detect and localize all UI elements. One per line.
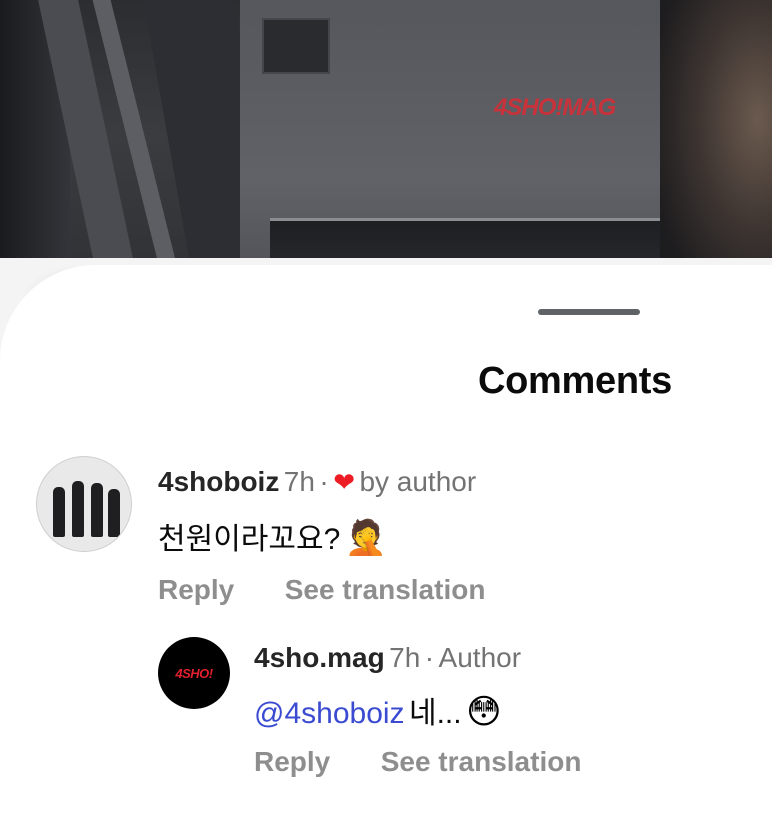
avatar-figure (91, 483, 103, 537)
see-translation-button[interactable]: See translation (285, 574, 486, 605)
bg-person (660, 0, 772, 300)
see-translation-button[interactable]: See translation (381, 746, 582, 777)
meta-separator: · (424, 642, 435, 673)
comment-time: 7h (283, 466, 315, 497)
comment-text: 천원이라꼬요? (158, 523, 341, 556)
avatar-figure (53, 487, 65, 537)
bg-window (262, 18, 330, 74)
avatar-logo-text: 4SHO! (175, 665, 213, 681)
facepalm-emoji-icon: 🤦 (344, 519, 388, 557)
flushed-emoji-icon: 😳 (466, 693, 502, 731)
reply-time: 7h (389, 642, 421, 673)
liked-by-author-label: by author (359, 466, 477, 497)
reply-button[interactable]: Reply (158, 574, 234, 605)
avatar-figure (72, 481, 84, 537)
drag-handle[interactable] (538, 309, 640, 315)
background-video-frame: 4SHO!MAG (0, 0, 772, 300)
avatar[interactable] (36, 456, 132, 552)
comment-actions: Reply See translation (158, 574, 485, 606)
reply-button[interactable]: Reply (254, 746, 330, 777)
reply-text: 네... (409, 697, 462, 730)
meta-separator: · (319, 466, 329, 497)
comment-username[interactable]: 4shoboiz (158, 466, 279, 497)
comment-body: 천원이라꼬요? 🤦 (158, 514, 387, 558)
author-badge: Author (438, 642, 522, 673)
reply-header: 4sho.mag 7h · Author (254, 642, 521, 674)
mention-link[interactable]: @4shoboiz (254, 697, 405, 730)
sheet-title: Comments (478, 360, 672, 402)
comment-header: 4shoboiz 7h · ❤ by author (158, 466, 476, 498)
reply-actions: Reply See translation (254, 746, 581, 778)
reply-username[interactable]: 4sho.mag (254, 642, 385, 673)
reply-body: @4shoboiz 네... 😳 (254, 688, 502, 732)
avatar[interactable]: 4SHO! (158, 637, 230, 709)
heart-icon: ❤ (333, 467, 355, 497)
avatar-figure (108, 489, 120, 537)
brand-watermark: 4SHO!MAG (494, 94, 616, 121)
